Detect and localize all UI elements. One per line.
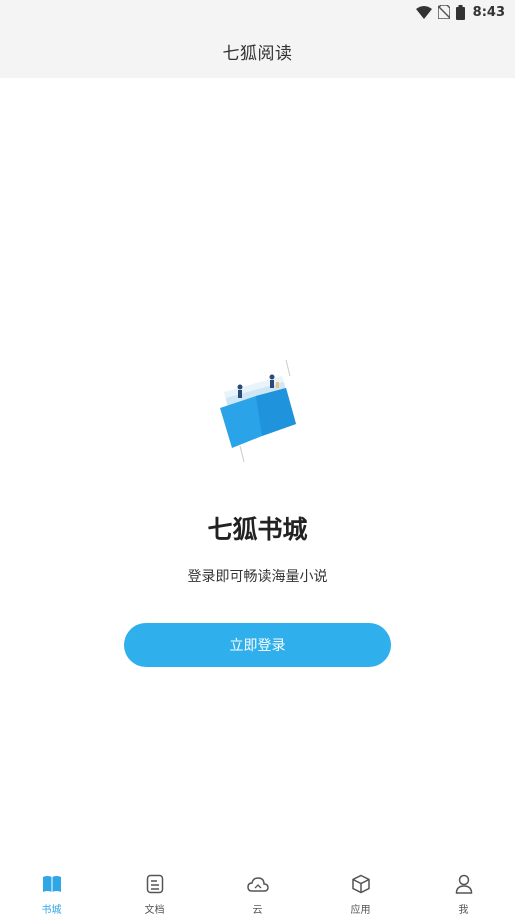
tab-label: 应用 — [350, 905, 371, 916]
tab-label: 文档 — [144, 905, 165, 916]
battery-icon — [455, 4, 465, 20]
status-time: 8:43 — [472, 4, 505, 20]
cube-icon — [350, 873, 372, 895]
no-sim-icon — [437, 5, 450, 19]
promo-title: 七狐书城 — [207, 515, 308, 544]
tab-label: 书城 — [41, 905, 62, 916]
person-icon — [453, 873, 475, 895]
wifi-icon — [415, 5, 432, 19]
tab-cloud[interactable]: 云 — [223, 873, 293, 916]
tab-label: 我 — [458, 905, 469, 916]
tab-label: 云 — [252, 905, 263, 916]
tab-me[interactable]: 我 — [429, 873, 499, 916]
main-content: 七狐书城 登录即可畅读海量小说 立即登录 — [0, 78, 515, 861]
bottom-tab-bar: 书城 文档 云 应用 我 — [0, 861, 515, 923]
tab-documents[interactable]: 文档 — [120, 873, 190, 916]
login-button-label: 立即登录 — [229, 637, 286, 653]
page-title: 七狐阅读 — [222, 43, 293, 64]
book-icon — [41, 873, 63, 895]
tab-apps[interactable]: 应用 — [326, 873, 396, 916]
login-button[interactable]: 立即登录 — [124, 623, 391, 667]
open-book-illustration-icon — [210, 358, 310, 468]
app-bar: 七狐阅读 — [0, 24, 515, 78]
promo-subtitle: 登录即可畅读海量小说 — [187, 569, 328, 585]
cloud-icon — [246, 873, 269, 895]
status-bar: 8:43 — [0, 0, 515, 24]
tab-bookstore[interactable]: 书城 — [17, 873, 87, 916]
document-icon — [144, 873, 166, 895]
